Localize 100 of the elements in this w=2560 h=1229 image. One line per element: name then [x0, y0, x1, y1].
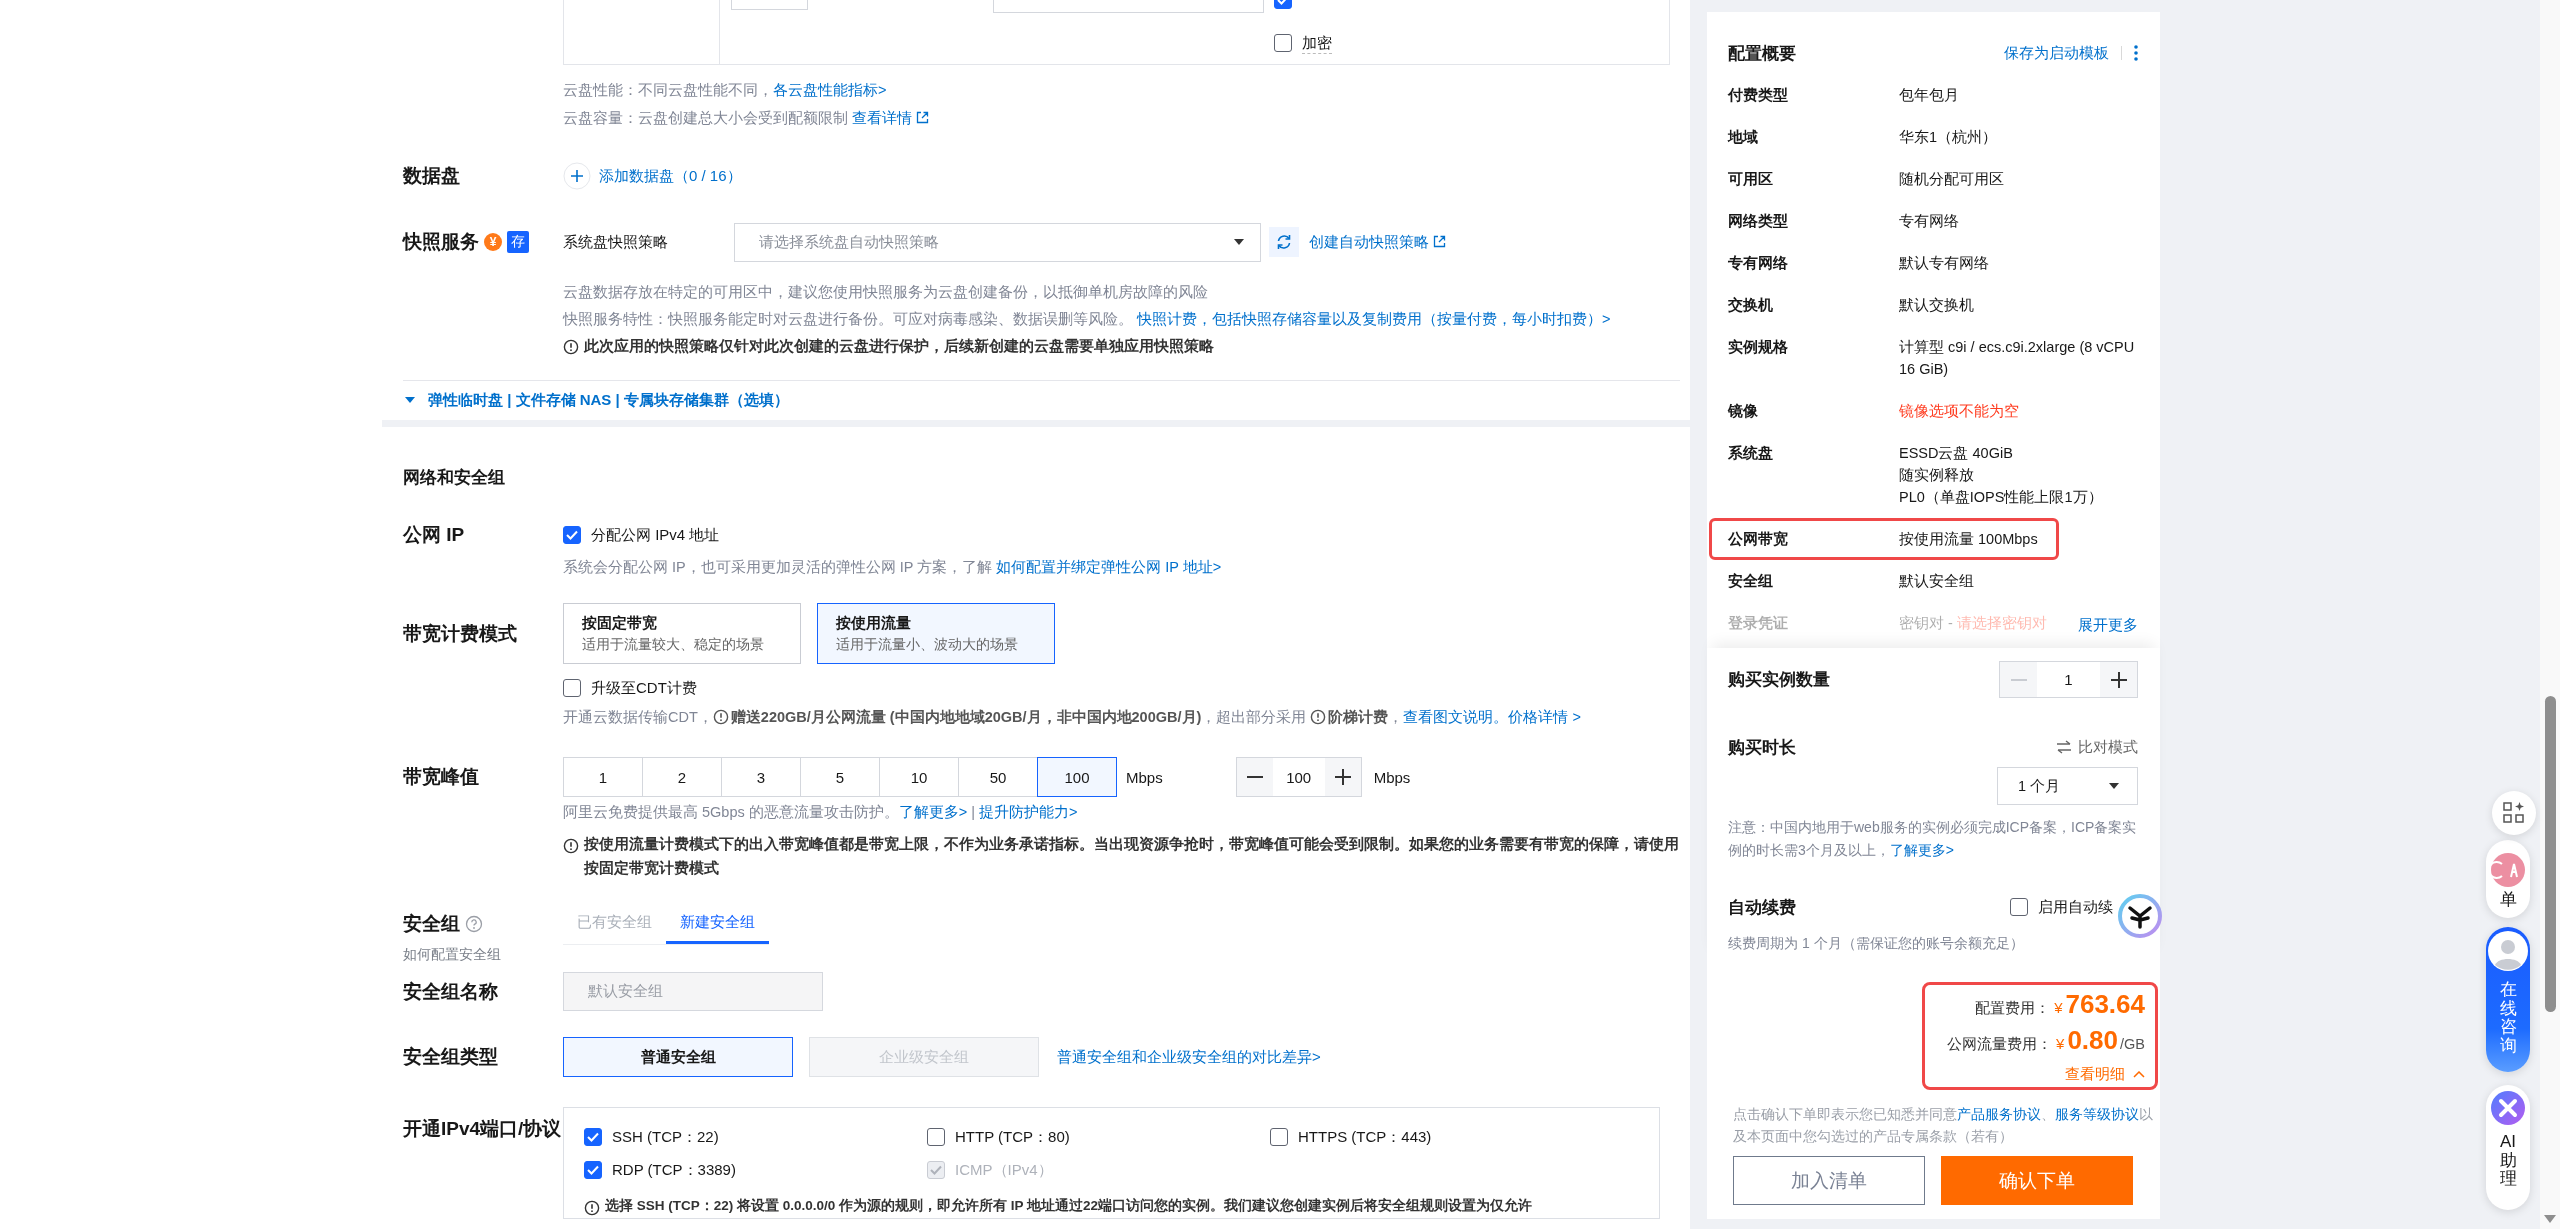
- row-label: 可用区: [1728, 170, 1774, 189]
- link[interactable]: 查看图文说明。价格详情 >: [1403, 709, 1581, 725]
- tab[interactable]: 新建安全组: [666, 904, 769, 944]
- checkbox[interactable]: [563, 526, 581, 544]
- compare-mode-toggle[interactable]: 比对模式: [2056, 737, 2138, 757]
- note-text: 云盘性能：不同云盘性能不同，各云盘性能指标>: [563, 81, 888, 100]
- bandwidth-option[interactable]: 3: [721, 757, 801, 797]
- error-text: 镜像选项不能为空: [1899, 403, 2019, 419]
- checkbox[interactable]: [584, 1128, 602, 1146]
- group-type-option[interactable]: 普通安全组: [563, 1037, 793, 1077]
- checkbox[interactable]: [584, 1161, 602, 1179]
- link[interactable]: 查看详情: [852, 110, 930, 126]
- link[interactable]: 了解更多>: [898, 804, 968, 820]
- more-icon[interactable]: [2134, 45, 2138, 61]
- link[interactable]: 产品服务协议: [1957, 1107, 2041, 1122]
- refresh-button[interactable]: [1269, 227, 1299, 257]
- minus-icon: [1246, 776, 1263, 778]
- plus-button[interactable]: [2100, 662, 2137, 697]
- row-label: 公网带宽: [1728, 530, 1789, 549]
- create-link[interactable]: 创建自动快照策略: [1309, 232, 1446, 252]
- warning-text: 此次应用的快照策略仅针对此次创建的云盘进行保护，后续新创建的云盘需要单独应用快照策略: [584, 337, 1214, 356]
- price-label: 公网流量费用：: [1947, 1035, 2053, 1054]
- link[interactable]: 各云盘性能指标>: [773, 82, 887, 98]
- warning-text: 选择 SSH (TCP：22) 将设置 0.0.0.0/0 作为源的规则，即允许所有 IP 地址通过22端口访问您的实例。我们建议您创建实例后将安全组规则设置为仅允许: [605, 1197, 1533, 1215]
- bandwidth-option[interactable]: 50: [958, 757, 1038, 797]
- select-field[interactable]: 请选择系统盘自动快照策略: [734, 222, 1261, 262]
- bandwidth-option[interactable]: 2: [642, 757, 722, 797]
- scroll-down-icon[interactable]: [2544, 1215, 2556, 1223]
- info-icon: [563, 339, 579, 355]
- plus-icon: [563, 162, 591, 190]
- fee-badge: ¥: [484, 233, 502, 251]
- plus-button[interactable]: [1324, 758, 1361, 796]
- section-title: 网络和安全组: [403, 467, 506, 489]
- confirm-order-button[interactable]: 确认下单: [1941, 1156, 2133, 1205]
- ai-assistant-button[interactable]: AI助理: [2486, 1085, 2530, 1210]
- plus-icon: [2110, 671, 2127, 688]
- details-link[interactable]: 查看明细: [2065, 1064, 2125, 1084]
- ai-icon: [2491, 1091, 2525, 1125]
- checkbox-label: ICMP（IPv4）: [955, 1160, 1053, 1180]
- more-options-toggle[interactable]: 弹性临时盘 | 文件存储 NAS | 专属块存储集群（选填）: [403, 388, 1680, 412]
- value-text: 默认安全组: [1899, 573, 1974, 589]
- bandwidth-option[interactable]: 100: [1037, 757, 1117, 797]
- select-field[interactable]: 1 个月: [1997, 767, 2138, 805]
- apps-button[interactable]: [2492, 791, 2536, 835]
- link[interactable]: 普通安全组和企业级安全组的对比差异>: [1057, 1047, 1321, 1067]
- note-text: 续费周期为 1 个月（需保证您的账号余额充足）: [1728, 934, 2025, 953]
- checkbox[interactable]: [2010, 898, 2028, 916]
- circle-icon: [2491, 853, 2525, 888]
- external-link-icon: [1433, 234, 1446, 248]
- checkbox-label: 加密: [1302, 32, 1332, 54]
- link[interactable]: 服务等级协议: [2055, 1107, 2139, 1122]
- link[interactable]: 如何配置并绑定弹性公网 IP 地址>: [996, 559, 1222, 575]
- consult-button[interactable]: 在线咨询: [2486, 927, 2530, 1072]
- bandwidth-option[interactable]: 10: [879, 757, 959, 797]
- input-field[interactable]: [993, 0, 1264, 13]
- help-text[interactable]: 如何配置安全组: [403, 944, 563, 964]
- link[interactable]: 了解更多>: [1889, 842, 1954, 858]
- billing-option[interactable]: 按使用流量 适用于流量小、波动大的场景: [817, 603, 1055, 664]
- save-template-link[interactable]: 保存为启动模板: [2004, 43, 2109, 63]
- warning-text: 按使用流量计费模式下的出入带宽峰值都是带宽上限，不作为业务承诺指标。当出现资源争抢时，带宽峰值可能会受到限制。如果您的业务需要有带宽的保障，请使用按固定带宽计费模式: [584, 835, 1680, 878]
- unit-label: /GB: [2120, 1036, 2145, 1052]
- checkbox[interactable]: [927, 1128, 945, 1146]
- add-to-list-button[interactable]: 加入清单: [1733, 1156, 1925, 1205]
- check-icon: [930, 1165, 942, 1175]
- note-text: 云盘容量：云盘创建总大小会受到配额限制 查看详情: [563, 104, 1680, 132]
- billing-option[interactable]: 按固定带宽 适用于流量较大、稳定的场景: [563, 603, 801, 664]
- value-text: 默认交换机: [1899, 297, 1974, 313]
- checkbox-label: 分配公网 IPv4 地址: [591, 525, 720, 545]
- checkbox-label: RDP (TCP：3389): [612, 1160, 736, 1180]
- checkbox[interactable]: [563, 679, 581, 697]
- value-text: 随机分配可用区: [1899, 171, 2004, 187]
- price-amount: 763.64: [2065, 989, 2145, 1020]
- refresh-icon: [1275, 233, 1293, 251]
- scrollbar-thumb[interactable]: [2545, 696, 2556, 1012]
- link[interactable]: 快照计费，包括快照存储容量以及复制费用（按量付费，每小时扣费）>: [1137, 311, 1611, 327]
- panel-title: 配置概要: [1728, 42, 1797, 65]
- note-text: 开通云数据传输CDT， 赠送220GB/月公网流量 (中国内地地域20GB/月，非中国内地200GB/月)，超出部分采用 阶梯计费，查看图文说明。价格详情 >: [563, 708, 1582, 727]
- add-link[interactable]: 添加数据盘（0 / 16）: [563, 162, 742, 190]
- bandwidth-option[interactable]: 1: [563, 757, 643, 797]
- link[interactable]: 提升防护能力>: [979, 804, 1078, 820]
- number-stepper[interactable]: 100: [1235, 757, 1362, 797]
- value-text: 16 GiB): [1899, 361, 1949, 377]
- value-text: 密钥对 -: [1899, 615, 1954, 631]
- row-label: 镜像: [1728, 402, 1759, 421]
- field-label: 系统盘快照策略: [563, 232, 669, 252]
- check-icon: [587, 1132, 599, 1142]
- checkbox[interactable]: [1274, 34, 1292, 52]
- number-stepper[interactable]: 1: [1999, 661, 2138, 698]
- field-label: 快照服务: [403, 230, 479, 254]
- bandwidth-option[interactable]: 5: [800, 757, 880, 797]
- row-label: 专有网络: [1728, 254, 1789, 273]
- list-button[interactable]: 单: [2486, 840, 2530, 918]
- input-field[interactable]: [731, 0, 808, 10]
- value-text: PL0（单盘IOPS性能上限1万）: [1899, 489, 2103, 505]
- info-icon: [563, 838, 579, 854]
- stepper-value: 100: [1285, 767, 1313, 788]
- checkbox[interactable]: [1270, 1128, 1288, 1146]
- info-icon: [584, 1200, 600, 1216]
- info-icon: [712, 709, 729, 725]
- minus-button[interactable]: [1236, 758, 1273, 796]
